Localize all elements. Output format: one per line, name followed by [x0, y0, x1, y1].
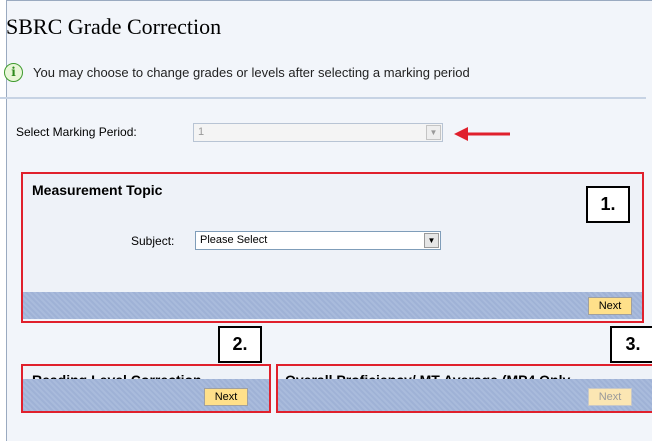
page-title: SBRC Grade Correction	[6, 14, 222, 39]
header-divider	[0, 97, 646, 99]
marking-period-select[interactable]: 1 ▼	[193, 123, 443, 142]
info-icon: i	[4, 62, 23, 82]
marking-period-label: Select Marking Period:	[16, 125, 137, 139]
info-message: i You may choose to change grades or lev…	[4, 60, 470, 84]
annotation-box-1	[21, 172, 644, 323]
annotation-box-2	[21, 364, 271, 413]
info-text: You may choose to change grades or level…	[33, 64, 470, 80]
annotation-box-3	[276, 364, 652, 413]
annotation-arrow-icon	[454, 127, 510, 141]
callout-1: 1.	[586, 186, 630, 223]
callout-3: 3.	[610, 326, 652, 363]
callout-2: 2.	[218, 326, 262, 363]
marking-period-value: 1	[198, 126, 205, 138]
chevron-down-icon[interactable]: ▼	[426, 125, 441, 140]
